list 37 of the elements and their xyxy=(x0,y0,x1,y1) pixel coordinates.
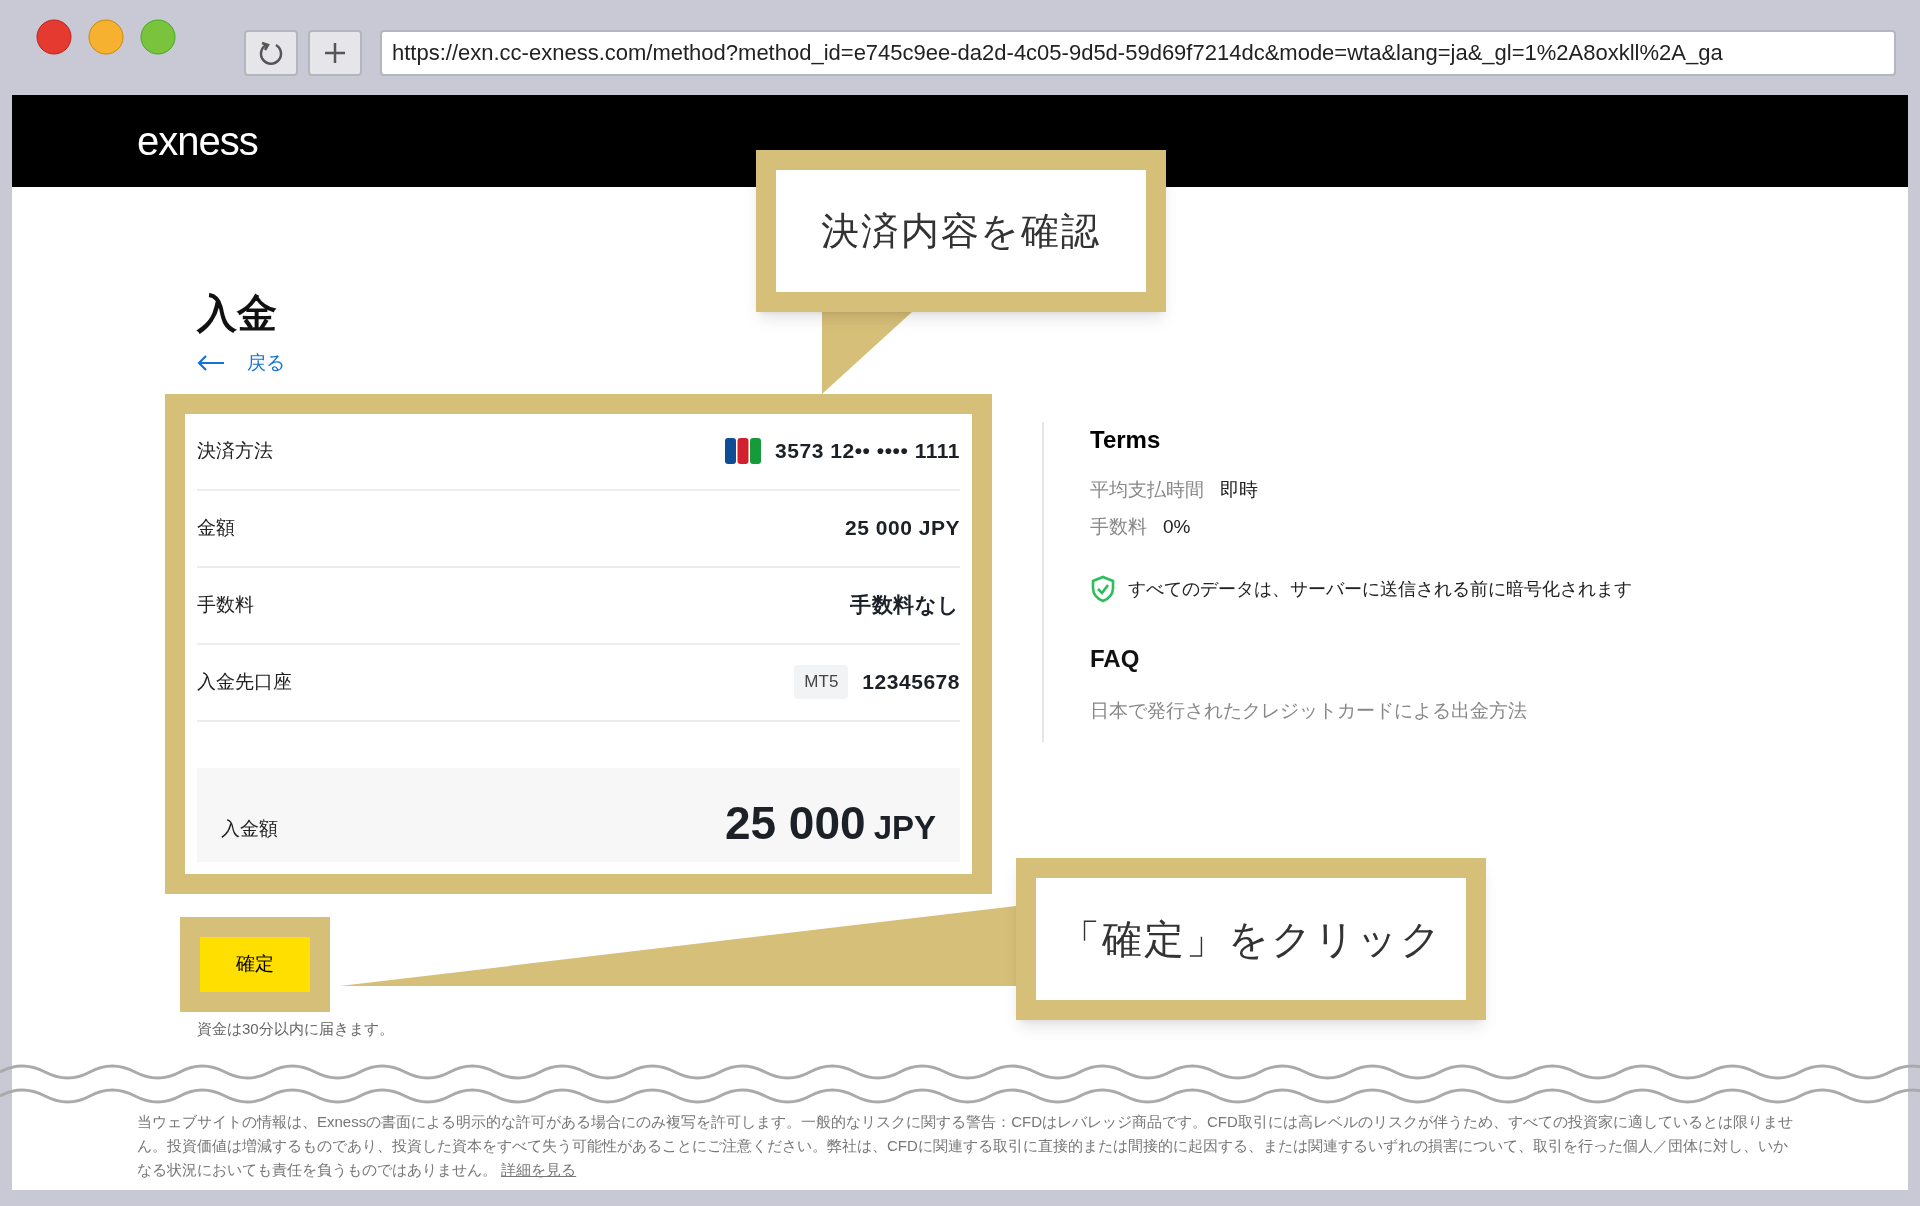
term-value: 即時 xyxy=(1220,478,1258,502)
close-window-icon[interactable] xyxy=(36,18,72,55)
row-label: 入金先口座 xyxy=(197,669,292,694)
arrival-note: 資金は30分以内に届きます。 xyxy=(197,1018,394,1039)
logo[interactable]: exness xyxy=(137,111,258,171)
plus-icon xyxy=(323,40,347,65)
term-value: 0% xyxy=(1163,514,1191,539)
faq-link[interactable]: 日本で発行されたクレジットカードによる出金方法 xyxy=(1090,697,1527,726)
shield-check-icon xyxy=(1090,575,1116,603)
address-bar[interactable]: https://exn.cc-exness.com/method?method_id=e745c9ee-da2d-4c05-9d5d-59d69f7214dc&mode=wta&lang=ja&_gl=1%2A8oxkll%2A_ga xyxy=(380,29,1896,76)
row-value: 手数料なし xyxy=(850,592,960,619)
security-note: すべてのデータは、サーバーに送信される前に暗号化されます xyxy=(1128,577,1632,601)
section-heading: FAQ xyxy=(1090,644,1140,674)
row-label: 手数料 xyxy=(197,592,254,617)
row-value: 3573 12•• •••• 1111 xyxy=(775,438,960,465)
row-label: 決済方法 xyxy=(197,438,273,463)
total-amount: 25 000 xyxy=(724,799,866,846)
confirm-button[interactable]: 確定 xyxy=(200,936,310,992)
back-arrow-icon xyxy=(197,354,225,373)
back-link[interactable]: 戻る xyxy=(197,349,285,378)
disclaimer-text: 当ウェブサイトの情報は、Exnessの書面による明示的な許可がある場合にのみ複写を許可します。一般的なリスクに関する警告：CFDはレバレッジ商品です。CFD取引には高レベルのリスクが伴うため、すべての投資家に適しているとは限りません。投資価値は増減するものであり、投資した資本をすべて失う可能性があることにご注意ください。弊社は、CFDに関連する取引に直接的または間接的に起因する、または関連するいずれの損害について、取引を行った個人／団体に対し、いかなる状況においても責任を負うものではありません。 詳細を見る xyxy=(137,1112,1794,1180)
section-heading: Terms xyxy=(1090,425,1161,455)
currency-label: JPY xyxy=(873,810,936,844)
new-tab-button[interactable] xyxy=(308,29,362,76)
card-brand-icon xyxy=(725,438,762,464)
row-label: 金額 xyxy=(197,515,235,540)
term-label: 手数料 xyxy=(1090,514,1147,539)
reload-button[interactable] xyxy=(244,29,298,76)
account-type-badge: MT5 xyxy=(794,665,849,699)
total-label: 入金額 xyxy=(221,817,278,841)
row-value: 12345678 xyxy=(862,669,960,696)
row-value: 25 000 JPY xyxy=(845,515,960,542)
page-title: 入金 xyxy=(197,293,277,333)
details-link[interactable]: 詳細を見る xyxy=(501,1161,577,1178)
callout-text: 決済内容を確認 xyxy=(820,208,1102,254)
term-label: 平均支払時間 xyxy=(1090,478,1204,502)
callout-text: 「確定」をクリック xyxy=(1059,916,1443,963)
